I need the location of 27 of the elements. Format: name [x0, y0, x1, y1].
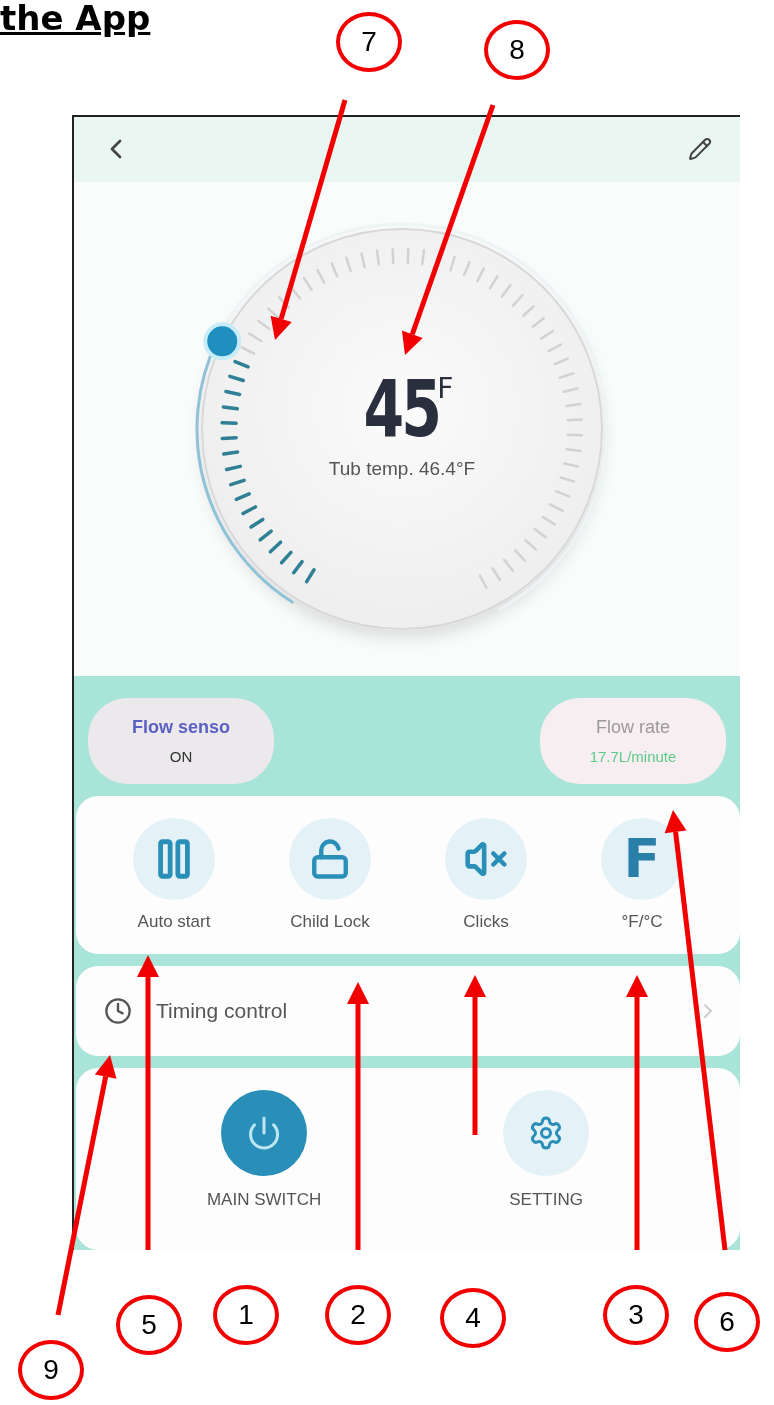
callout-number: 3: [603, 1285, 669, 1345]
control-button[interactable]: Child Lock: [260, 818, 400, 932]
fahrenheit-icon: F: [623, 832, 661, 886]
control-button[interactable]: Clicks: [416, 818, 556, 932]
callout-number: 8: [484, 20, 550, 80]
callout-number: 2: [325, 1285, 391, 1345]
tub-temperature: Tub temp. 46.4°F: [328, 457, 476, 480]
flow-sensor-value: ON: [169, 748, 193, 765]
control-button[interactable]: Auto start: [104, 818, 244, 932]
temperature-unit: F: [437, 371, 454, 405]
section-heading: the App: [0, 0, 151, 40]
flow-sensor-label: Flow senso: [132, 717, 230, 738]
callout-number: 7: [336, 12, 402, 72]
timing-control-row[interactable]: Timing control: [76, 966, 740, 1056]
set-temperature: 45: [363, 363, 439, 454]
callout-number: 5: [116, 1295, 182, 1355]
callout-number: 6: [694, 1292, 760, 1352]
clock-icon: [104, 997, 132, 1025]
timing-control-label: Timing control: [156, 999, 289, 1023]
pencil-icon[interactable]: [688, 137, 712, 162]
callout-number: 1: [213, 1285, 279, 1345]
callout-number: 9: [18, 1340, 84, 1400]
flow-rate-value: 17.7L/minute: [589, 748, 677, 765]
control-button[interactable]: F °F/°C: [572, 818, 712, 932]
callout-number: 4: [440, 1288, 506, 1348]
padlock-icon: [309, 838, 351, 880]
flow-rate-label: Flow rate: [596, 717, 670, 738]
